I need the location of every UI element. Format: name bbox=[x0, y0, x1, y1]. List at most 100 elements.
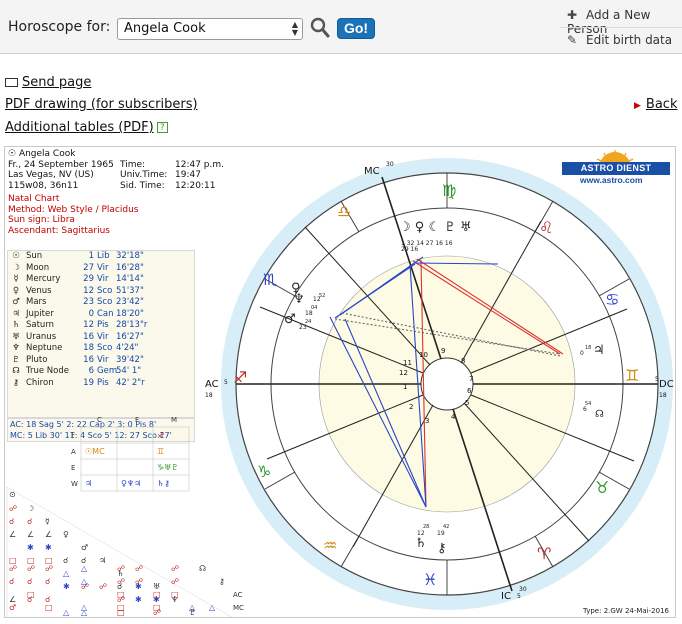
chart-image: MC 30 IC 30 5 AC 18 5 DC 18 5 1 2 3 4 5 … bbox=[4, 146, 676, 618]
svg-text:♐: ♐ bbox=[157, 431, 164, 440]
svg-text:29 16: 29 16 bbox=[401, 246, 418, 253]
svg-text:△: △ bbox=[81, 603, 88, 612]
send-page-link[interactable]: Send page bbox=[22, 75, 91, 90]
svg-text:☌: ☌ bbox=[27, 577, 32, 586]
svg-text:☉MC: ☉MC bbox=[85, 447, 105, 456]
svg-text:♂: ♂ bbox=[9, 603, 16, 612]
birth-place: Las Vegas, NV (US) bbox=[8, 170, 94, 180]
svg-text:04: 04 bbox=[311, 305, 317, 311]
svg-text:☍: ☍ bbox=[45, 564, 53, 573]
svg-text:54: 54 bbox=[585, 401, 591, 407]
svg-text:☊: ☊ bbox=[595, 409, 604, 420]
svg-text:✱: ✱ bbox=[27, 543, 34, 552]
chart-type: Natal Chart bbox=[8, 194, 60, 204]
svg-text:☍: ☍ bbox=[117, 564, 125, 573]
svg-text:♀: ♀ bbox=[63, 530, 69, 539]
svg-text:18: 18 bbox=[305, 310, 313, 317]
svg-text:2: 2 bbox=[409, 403, 413, 411]
svg-text:☍: ☍ bbox=[135, 577, 143, 586]
add-new-person-link[interactable]: ✚ Add a New Person bbox=[567, 8, 682, 36]
svg-text:☍: ☍ bbox=[9, 504, 17, 513]
person-name: Angela Cook bbox=[18, 149, 76, 159]
svg-text:△: △ bbox=[209, 603, 216, 612]
table-row: ♀ Venus 12 Sco 51'37" bbox=[12, 285, 144, 296]
svg-text:23: 23 bbox=[299, 324, 307, 331]
svg-text:☍: ☍ bbox=[117, 577, 125, 586]
svg-text:□: □ bbox=[153, 590, 161, 599]
ac-label: AC bbox=[205, 379, 219, 390]
plus-icon: ✚ bbox=[567, 8, 578, 22]
svg-text:4: 4 bbox=[451, 413, 456, 421]
ut-value: 19:47 bbox=[175, 170, 201, 180]
gemini-icon: ♊ bbox=[625, 366, 639, 385]
additional-tables-row: Additional tables (PDF)? bbox=[5, 120, 168, 135]
top-bar: Horoscope for: Angela Cook ▲ ▼ Go! ✚ Add a… bbox=[0, 0, 682, 54]
person-select[interactable]: Angela Cook ▲ ▼ bbox=[117, 18, 303, 40]
svg-text:☌: ☌ bbox=[9, 517, 14, 526]
svg-text:3: 3 bbox=[425, 417, 429, 425]
svg-text:52: 52 bbox=[319, 293, 325, 299]
svg-text:42: 42 bbox=[443, 524, 449, 530]
svg-text:♃: ♃ bbox=[85, 479, 92, 488]
svg-text:♄⚷: ♄⚷ bbox=[157, 479, 170, 488]
astrodienst-logo[interactable]: ASTRO DIENST www.astro.com bbox=[562, 150, 670, 186]
svg-text:28: 28 bbox=[423, 524, 429, 530]
time-value: 12:47 p.m. bbox=[175, 159, 224, 170]
svg-text:☍: ☍ bbox=[27, 564, 35, 573]
svg-text:M: M bbox=[171, 416, 177, 424]
svg-text:∠: ∠ bbox=[27, 530, 34, 539]
logo-url: www.astro.com bbox=[580, 175, 643, 185]
cancer-icon: ♋ bbox=[605, 290, 619, 309]
additional-tables-link[interactable]: Additional tables (PDF) bbox=[5, 120, 154, 135]
time-label: Time: bbox=[120, 159, 146, 170]
table-row: ☉ Sun 1 Lib 32'18" bbox=[12, 251, 144, 261]
svg-text:5: 5 bbox=[465, 399, 469, 407]
go-button[interactable]: Go! bbox=[337, 18, 375, 39]
svg-text:8: 8 bbox=[461, 357, 465, 365]
send-page-row: Send page bbox=[5, 75, 91, 90]
svg-text:6: 6 bbox=[467, 387, 472, 395]
sun-sign: Sun sign: Libra bbox=[8, 215, 75, 225]
svg-text:☽: ☽ bbox=[27, 504, 34, 513]
table-row: ♆ Neptune 18 Sco 4'24" bbox=[12, 343, 139, 353]
svg-text:△: △ bbox=[81, 577, 88, 586]
help-icon[interactable]: ? bbox=[156, 122, 168, 133]
ascendant: Ascendant: Sagittarius bbox=[8, 225, 110, 236]
pdf-drawing-link[interactable]: PDF drawing (for subscribers) bbox=[5, 97, 198, 112]
sid-value: 12:20:11 bbox=[175, 180, 216, 191]
svg-text:△: △ bbox=[81, 564, 88, 573]
ic-label: IC bbox=[501, 591, 511, 602]
svg-text:✱: ✱ bbox=[45, 543, 52, 552]
svg-text:♂: ♂ bbox=[81, 543, 88, 552]
svg-text:♀♆♃: ♀♆♃ bbox=[121, 479, 141, 488]
back-link[interactable]: Back bbox=[646, 97, 678, 112]
svg-text:∠: ∠ bbox=[45, 530, 52, 539]
edit-birth-data-link[interactable]: ✎ Edit birth data bbox=[567, 33, 672, 47]
aries-icon: ♈ bbox=[537, 544, 551, 563]
svg-text:F: F bbox=[135, 416, 139, 424]
svg-text:♂: ♂ bbox=[284, 312, 296, 327]
pdf-drawing-row: PDF drawing (for subscribers) bbox=[5, 97, 198, 112]
svg-text:12: 12 bbox=[399, 369, 408, 377]
search-icon[interactable] bbox=[310, 17, 330, 39]
svg-text:A: A bbox=[71, 448, 76, 456]
mc-degree: 30 bbox=[386, 161, 394, 168]
svg-text:1: 1 bbox=[403, 383, 407, 391]
back-row: ▶ Back bbox=[634, 97, 677, 112]
svg-text:□: □ bbox=[45, 603, 53, 612]
svg-text:10: 10 bbox=[419, 351, 428, 359]
leo-icon: ♌ bbox=[539, 218, 553, 237]
svg-text:C: C bbox=[97, 416, 102, 424]
svg-text:☍: ☍ bbox=[171, 577, 179, 586]
svg-text:E: E bbox=[71, 464, 75, 472]
svg-text:⊙: ⊙ bbox=[9, 490, 16, 499]
sid-label: Sid. Time: bbox=[120, 180, 165, 191]
svg-text:□: □ bbox=[117, 590, 125, 599]
dc-minute: 5 bbox=[655, 376, 659, 383]
svg-text:∠: ∠ bbox=[9, 530, 16, 539]
birth-coords: 115w08, 36n11 bbox=[8, 180, 79, 191]
svg-text:□: □ bbox=[153, 603, 161, 612]
svg-text:☊: ☊ bbox=[199, 564, 206, 573]
svg-text:♄: ♄ bbox=[415, 536, 427, 551]
dc-degree: 18 bbox=[659, 392, 667, 399]
